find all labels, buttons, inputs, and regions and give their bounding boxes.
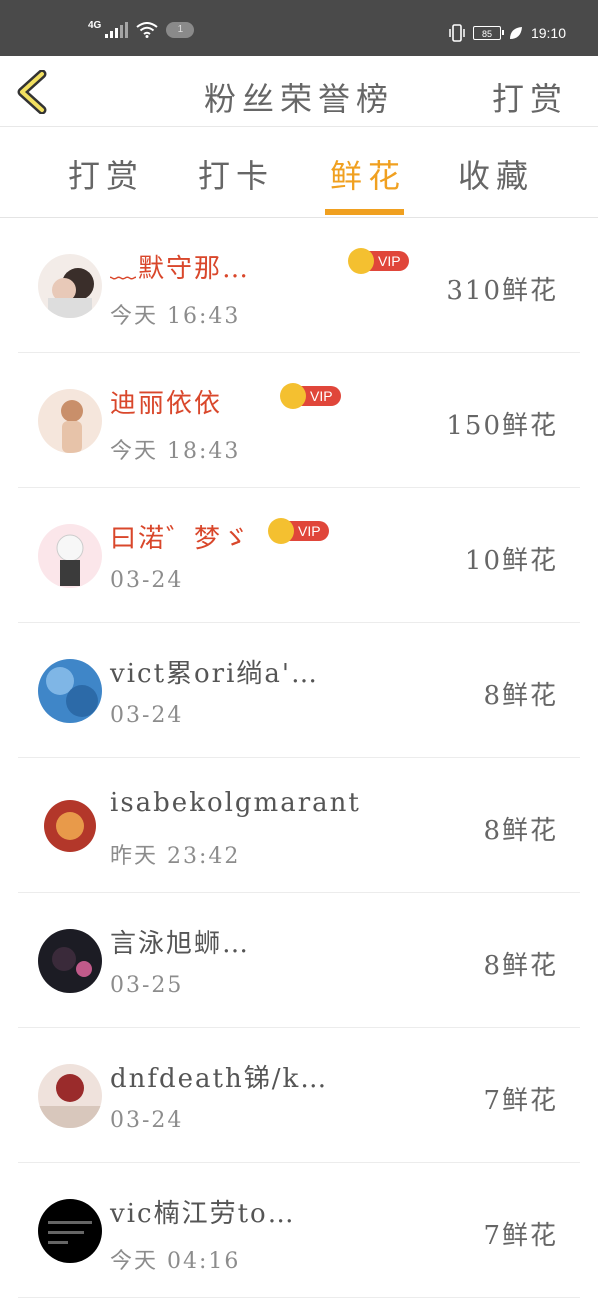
- status-bar: 4G 1 85 19:10: [0, 0, 598, 56]
- timestamp: 昨天 23:42: [110, 844, 241, 869]
- flower-count: 8鲜花: [483, 951, 558, 981]
- tab-favorites[interactable]: 收藏: [458, 151, 534, 197]
- crown-icon: [348, 248, 374, 274]
- list-item[interactable]: isabekolgmarant 昨天 23:42 8鲜花: [18, 758, 580, 893]
- network-type: 4G: [88, 19, 102, 31]
- timestamp: 今天 18:43: [110, 439, 241, 464]
- avatar: [38, 524, 102, 588]
- list-item[interactable]: vict累ori绱a'… 03-24 8鲜花: [18, 623, 580, 758]
- leaf-icon: [509, 27, 522, 39]
- user-name: 迪丽依依: [110, 389, 223, 419]
- vip-badge: VIP: [280, 383, 341, 409]
- list-item[interactable]: ﹏默守那… VIP 今天 16:43 310鲜花: [18, 218, 580, 353]
- reward-button[interactable]: 打赏: [492, 74, 568, 120]
- flower-count: 150鲜花: [446, 411, 558, 441]
- avatar: [38, 794, 102, 858]
- fan-list: ﹏默守那… VIP 今天 16:43 310鲜花 迪丽依依 VIP 今天 18:…: [18, 218, 580, 1298]
- vip-badge: VIP: [348, 248, 409, 274]
- flower-count: 310鲜花: [446, 276, 558, 306]
- user-name: 言泳旭蛳…: [110, 929, 251, 959]
- battery-icon: 85: [472, 26, 504, 40]
- timestamp: 今天 16:43: [110, 304, 241, 329]
- timestamp: 03-24: [110, 1108, 184, 1133]
- timestamp: 今天 04:16: [110, 1249, 241, 1274]
- user-name: ﹏默守那…: [110, 254, 251, 284]
- active-tab-indicator: [325, 209, 404, 215]
- user-name: dnfdeath锑/k…: [110, 1064, 329, 1094]
- avatar: [38, 929, 102, 993]
- timestamp: 03-25: [110, 973, 184, 998]
- status-right: 85 19:10: [449, 24, 566, 42]
- timestamp: 03-24: [110, 568, 184, 593]
- list-item[interactable]: vic楠江劳to… 今天 04:16 7鲜花: [18, 1163, 580, 1298]
- flower-count: 7鲜花: [483, 1086, 558, 1116]
- wifi-icon: [136, 22, 158, 38]
- crown-icon: [280, 383, 306, 409]
- avatar: [38, 1064, 102, 1128]
- vip-badge: VIP: [268, 518, 329, 544]
- avatar: [38, 659, 102, 723]
- app-header: 粉丝荣誉榜 打赏: [0, 56, 598, 127]
- user-name: 曰渃゛梦ゞ: [110, 524, 251, 554]
- tab-bar: 打赏 打卡 鲜花 收藏: [0, 127, 598, 218]
- flower-count: 8鲜花: [483, 816, 558, 846]
- flower-count: 7鲜花: [483, 1221, 558, 1251]
- avatar: [38, 1199, 102, 1263]
- list-item[interactable]: 曰渃゛梦ゞ VIP 03-24 10鲜花: [18, 488, 580, 623]
- user-name: vic楠江劳to…: [110, 1199, 296, 1229]
- user-name: isabekolgmarant: [110, 788, 361, 818]
- flower-count: 10鲜花: [464, 546, 558, 576]
- status-left: 4G 1: [88, 19, 195, 38]
- crown-icon: [268, 518, 294, 544]
- avatar: [38, 389, 102, 453]
- clock: 19:10: [530, 25, 566, 41]
- tab-reward[interactable]: 打赏: [68, 151, 144, 197]
- avatar: [38, 254, 102, 318]
- vibrate-icon: [449, 24, 465, 42]
- tab-checkin[interactable]: 打卡: [198, 151, 274, 197]
- list-item[interactable]: 言泳旭蛳… 03-25 8鲜花: [18, 893, 580, 1028]
- list-item[interactable]: 迪丽依依 VIP 今天 18:43 150鲜花: [18, 353, 580, 488]
- signal-icon: [105, 22, 129, 38]
- notification-pill: 1: [166, 22, 195, 38]
- flower-count: 8鲜花: [483, 681, 558, 711]
- tab-flowers[interactable]: 鲜花: [330, 151, 406, 197]
- user-name: vict累ori绱a'…: [110, 659, 320, 689]
- list-item[interactable]: dnfdeath锑/k… 03-24 7鲜花: [18, 1028, 580, 1163]
- timestamp: 03-24: [110, 703, 184, 728]
